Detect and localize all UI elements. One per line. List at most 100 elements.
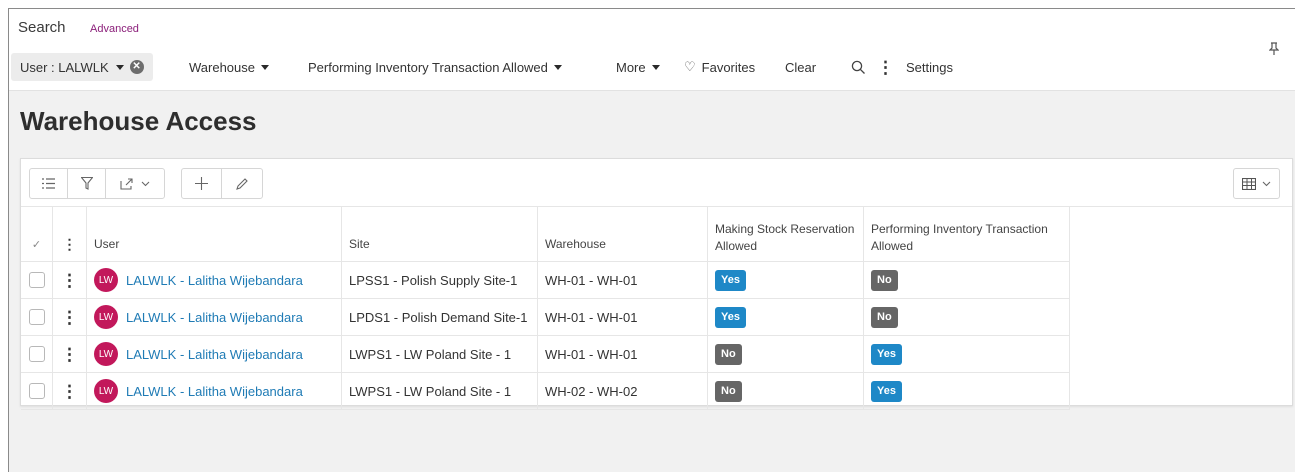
column-header-making-stock-reservation[interactable]: Making Stock Reservation Allowed <box>708 207 864 261</box>
select-all-checkbox[interactable]: ✓ <box>21 207 53 261</box>
status-badge: No <box>871 306 898 328</box>
clear-button[interactable]: Clear <box>785 53 816 81</box>
header-menu[interactable]: ⋮ <box>53 207 87 261</box>
edit-tools-group <box>181 168 263 199</box>
edit-button[interactable] <box>222 169 262 198</box>
avatar: LW <box>94 342 118 366</box>
favorites-button[interactable]: ♡ Favorites <box>684 53 755 81</box>
site-cell: LPDS1 - Polish Demand Site-1 <box>342 299 538 335</box>
status-badge: Yes <box>715 269 746 291</box>
filter-icon <box>80 177 93 190</box>
chevron-down-icon[interactable] <box>115 64 124 70</box>
performing-inventory-transaction-cell: Yes <box>864 373 1070 409</box>
table-icon <box>1242 177 1256 190</box>
table-row[interactable]: ⋮ LW LALWLK - Lalitha Wijebandara LPDS1 … <box>21 299 1070 336</box>
chevron-down-icon <box>261 64 269 70</box>
export-icon <box>120 178 133 190</box>
more-options-icon: ⋮ <box>61 381 78 401</box>
user-link[interactable]: LALWLK - Lalitha Wijebandara <box>126 273 303 288</box>
row-menu[interactable]: ⋮ <box>53 299 87 335</box>
performing-inventory-transaction-cell: Yes <box>864 336 1070 372</box>
search-icon <box>851 60 865 74</box>
settings-label: Settings <box>906 59 953 75</box>
favorites-label: Favorites <box>701 59 756 75</box>
warehouse-filter-label: Warehouse <box>189 59 255 75</box>
warehouse-access-table-card: ✓ ⋮ User Site Warehouse Making Stock Res… <box>20 158 1293 410</box>
status-badge: No <box>871 269 898 291</box>
column-header-performing-inventory-transaction[interactable]: Performing Inventory Transaction Allowed <box>864 207 1070 261</box>
user-link[interactable]: LALWLK - Lalitha Wijebandara <box>126 310 303 325</box>
warehouse-filter-button[interactable]: Warehouse <box>189 53 269 81</box>
column-header-user[interactable]: User <box>87 207 342 261</box>
more-options-icon: ⋮ <box>61 344 78 364</box>
more-filter-label: More <box>616 59 646 75</box>
performing-inventory-transaction-cell: No <box>864 299 1070 335</box>
user-cell: LW LALWLK - Lalitha Wijebandara <box>87 262 342 298</box>
warehouse-access-table: ✓ ⋮ User Site Warehouse Making Stock Res… <box>21 207 1070 410</box>
more-options-icon: ⋮ <box>61 307 78 327</box>
table-header-row: ✓ ⋮ User Site Warehouse Making Stock Res… <box>21 207 1070 262</box>
checkbox[interactable] <box>28 272 45 288</box>
user-cell: LW LALWLK - Lalitha Wijebandara <box>87 299 342 335</box>
list-icon <box>42 178 55 189</box>
status-badge: Yes <box>871 380 902 402</box>
row-select-checkbox[interactable] <box>21 299 53 335</box>
making-stock-reservation-cell: No <box>708 336 864 372</box>
heart-icon: ♡ <box>684 59 696 74</box>
page-title: Warehouse Access <box>20 106 257 136</box>
row-select-checkbox[interactable] <box>21 373 53 409</box>
site-cell: LWPS1 - LW Poland Site - 1 <box>342 373 538 409</box>
user-link[interactable]: LALWLK - Lalitha Wijebandara <box>126 347 303 362</box>
table-row[interactable]: ⋮ LW LALWLK - Lalitha Wijebandara LPSS1 … <box>21 262 1070 299</box>
column-header-site[interactable]: Site <box>342 207 538 261</box>
inventory-transaction-filter-button[interactable]: Performing Inventory Transaction Allowed <box>308 53 562 81</box>
user-filter-chip[interactable]: User : LALWLK ✕ <box>11 53 153 81</box>
checkbox[interactable] <box>28 309 45 325</box>
list-view-button[interactable] <box>30 169 68 198</box>
view-tools-group <box>29 168 165 199</box>
add-button[interactable] <box>182 169 222 198</box>
row-menu[interactable]: ⋮ <box>53 373 87 409</box>
performing-inventory-transaction-cell: No <box>864 262 1070 298</box>
column-chooser-button[interactable] <box>1233 168 1280 199</box>
warehouse-cell: WH-01 - WH-01 <box>538 299 708 335</box>
user-filter-chip-label: User : LALWLK <box>20 59 109 75</box>
more-filter-button[interactable]: More <box>616 53 660 81</box>
table-row[interactable]: ⋮ LW LALWLK - Lalitha Wijebandara LWPS1 … <box>21 373 1070 410</box>
advanced-search-link[interactable]: Advanced <box>90 23 139 35</box>
row-select-checkbox[interactable] <box>21 262 53 298</box>
checkbox[interactable] <box>28 383 45 399</box>
clear-label: Clear <box>785 59 817 75</box>
avatar: LW <box>94 305 118 329</box>
table-row[interactable]: ⋮ LW LALWLK - Lalitha Wijebandara LWPS1 … <box>21 336 1070 373</box>
page-frame: Search Advanced User : LALWLK ✕ Warehous… <box>8 8 1295 472</box>
column-header-warehouse[interactable]: Warehouse <box>538 207 708 261</box>
site-cell: LPSS1 - Polish Supply Site-1 <box>342 262 538 298</box>
making-stock-reservation-cell: Yes <box>708 262 864 298</box>
filter-button[interactable] <box>68 169 106 198</box>
warehouse-cell: WH-01 - WH-01 <box>538 336 708 372</box>
making-stock-reservation-cell: No <box>708 373 864 409</box>
site-cell: LWPS1 - LW Poland Site - 1 <box>342 336 538 372</box>
user-cell: LW LALWLK - Lalitha Wijebandara <box>87 336 342 372</box>
user-link[interactable]: LALWLK - Lalitha Wijebandara <box>126 384 303 399</box>
row-menu[interactable]: ⋮ <box>53 262 87 298</box>
search-button[interactable] <box>851 53 866 81</box>
row-menu[interactable]: ⋮ <box>53 336 87 372</box>
filter-row: User : LALWLK ✕ Warehouse Performing Inv… <box>9 53 1295 81</box>
search-title: Search <box>18 19 66 36</box>
more-options-icon: ⋮ <box>62 236 77 252</box>
inventory-transaction-filter-label: Performing Inventory Transaction Allowed <box>308 59 548 75</box>
settings-button[interactable]: ⋮ Settings <box>877 53 953 81</box>
status-badge: No <box>715 380 742 402</box>
export-button[interactable] <box>106 169 164 198</box>
status-badge: Yes <box>871 343 902 365</box>
avatar: LW <box>94 379 118 403</box>
user-cell: LW LALWLK - Lalitha Wijebandara <box>87 373 342 409</box>
warehouse-cell: WH-01 - WH-01 <box>538 262 708 298</box>
remove-filter-icon[interactable]: ✕ <box>129 60 144 74</box>
row-select-checkbox[interactable] <box>21 336 53 372</box>
checkbox[interactable] <box>28 346 45 362</box>
checkmark-icon: ✓ <box>31 239 42 251</box>
avatar: LW <box>94 268 118 292</box>
